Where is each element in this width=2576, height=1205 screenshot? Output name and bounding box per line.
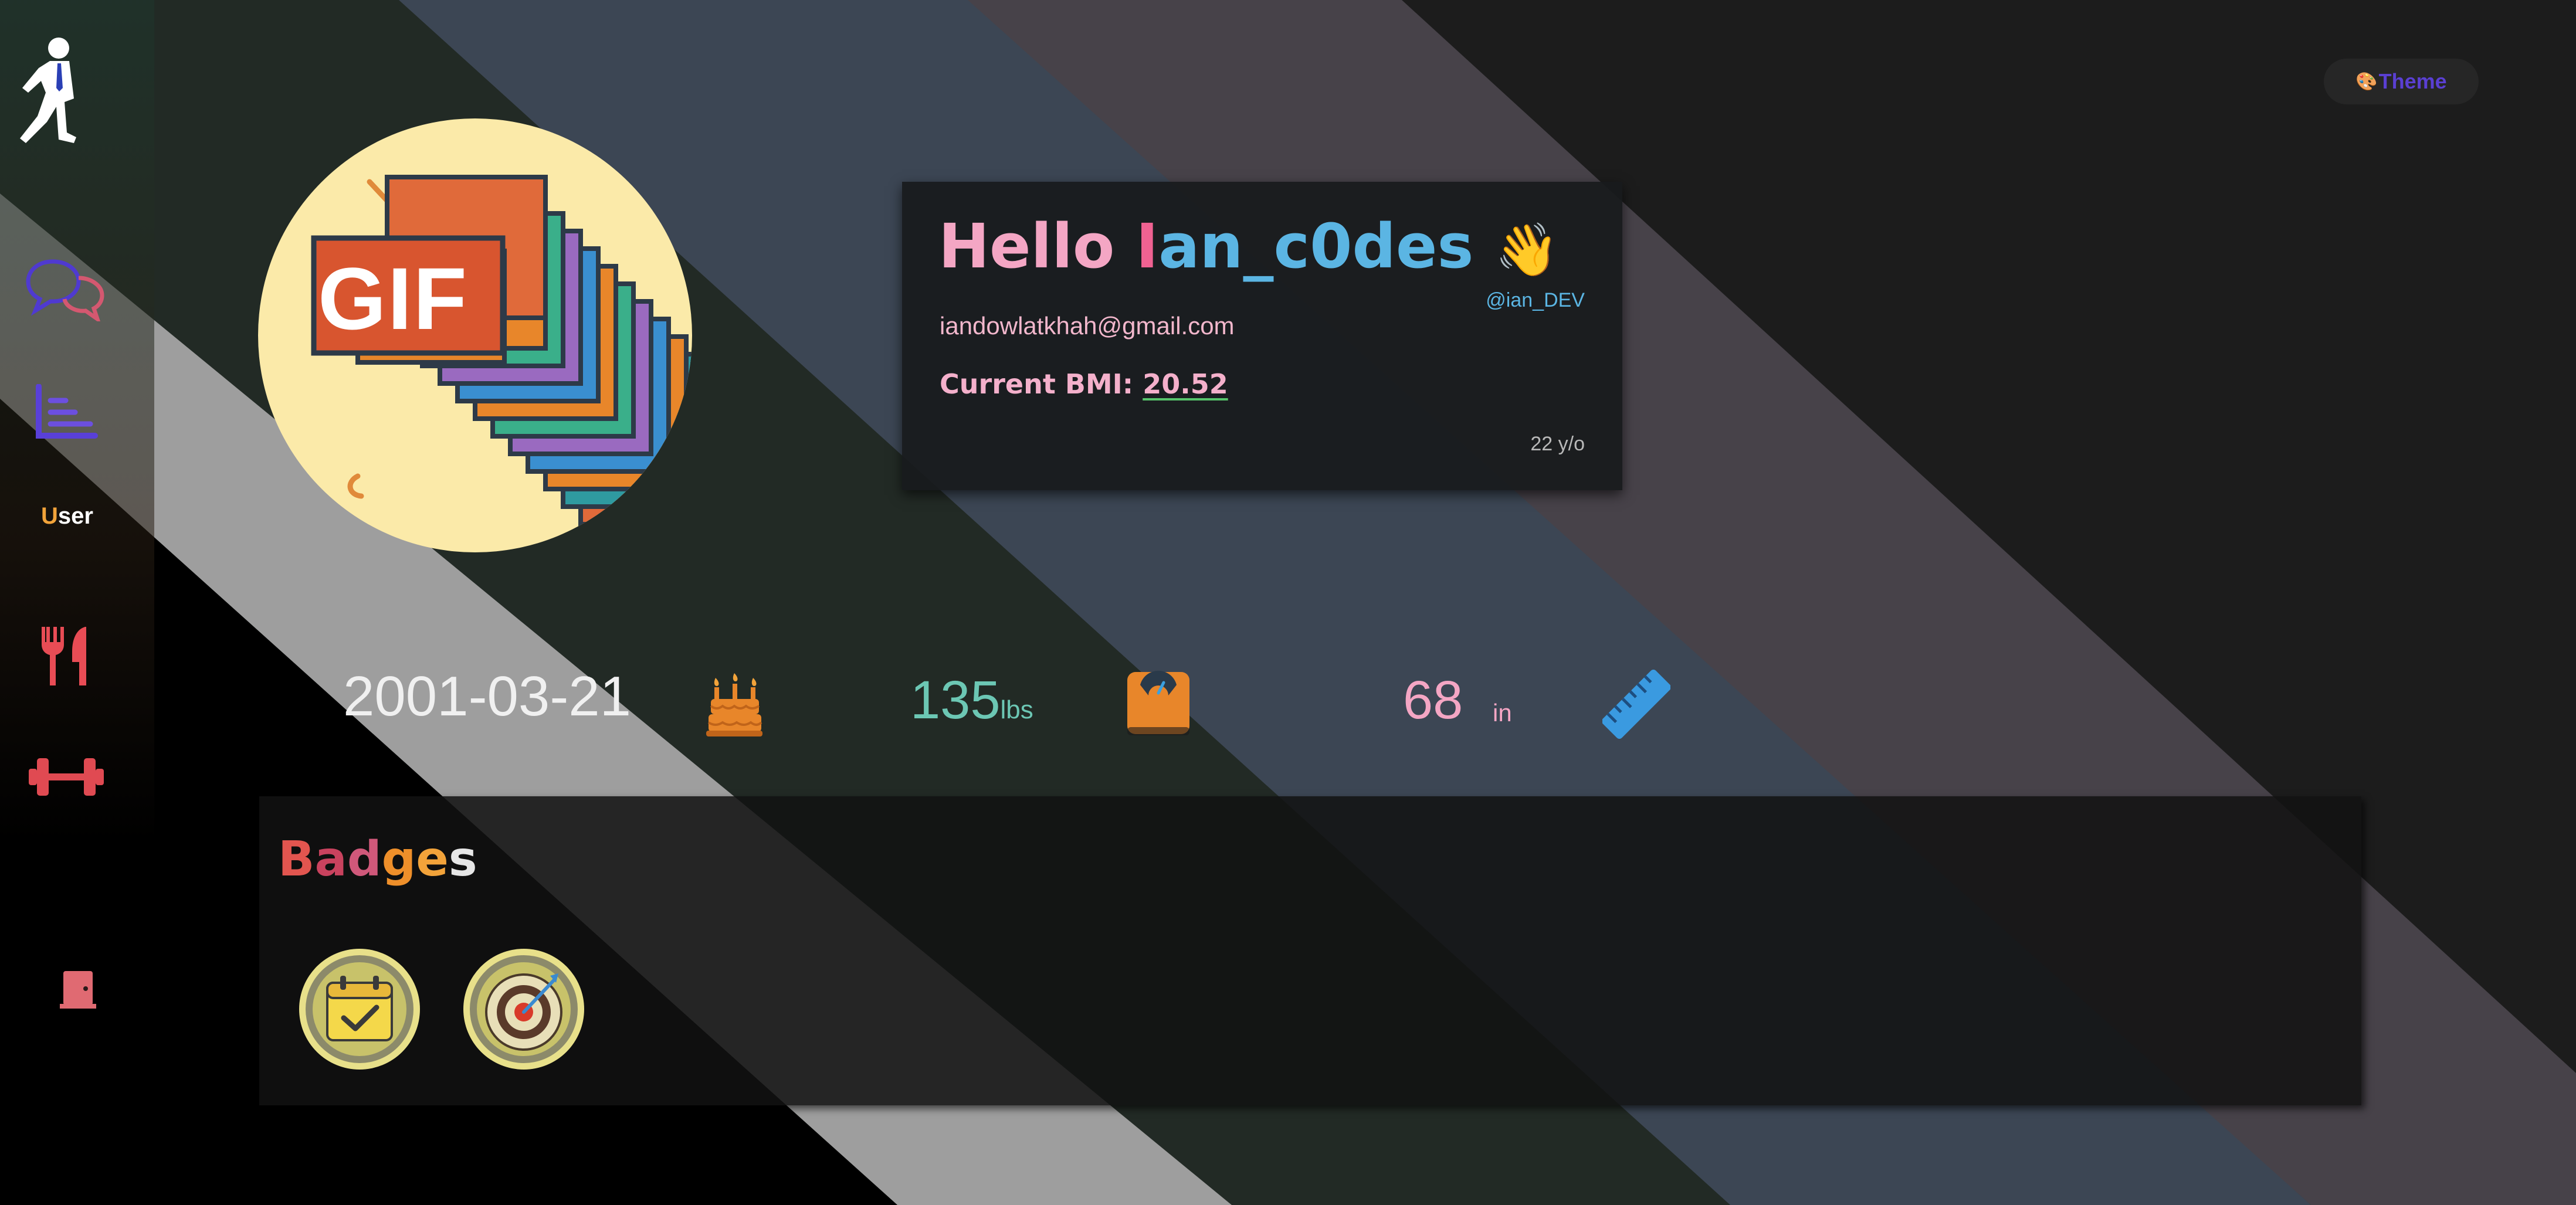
chart-icon[interactable] [34,384,99,440]
avatar[interactable]: GIF [258,118,692,552]
greeting-heading: Hello Ian_c0des 👋 [938,210,1559,283]
sidebar-item-user[interactable]: User [41,503,93,529]
target-icon [485,973,562,1051]
user-email: iandowlatkhah@gmail.com [940,312,1235,340]
weight-display: 135lbs [910,670,1033,731]
bmi-label: Current BMI: [940,368,1134,400]
weight-unit: lbs [1000,695,1033,724]
greeting-word: Hello [938,211,1115,282]
height-unit: in [1493,699,1512,727]
theme-button-label: Theme [2378,69,2447,93]
bmi-display: Current BMI: 20.52 [940,368,1228,400]
badges-title: Badges [278,831,477,887]
badges-title-letter: d [347,831,382,887]
badges-panel: Badges [259,796,2361,1105]
height-value: 68 [1403,670,1463,730]
calendar-check-icon [326,976,393,1041]
user-age: 22 y/o [1530,433,1585,455]
dumbbell-icon[interactable] [26,753,106,800]
username-rest: an_c0des [1158,211,1474,282]
utensils-icon[interactable] [38,624,94,688]
running-man-icon[interactable] [18,34,94,150]
badges-title-letter: B [278,831,315,887]
target-badge[interactable] [462,948,585,1071]
weight-value: 135 [910,670,1001,730]
door-icon[interactable] [60,969,96,1011]
avatar-label: GIF [318,249,468,348]
sidebar: User [0,0,154,1205]
birthday-cake-icon [706,673,762,736]
calendar-check-badge[interactable] [298,948,421,1071]
badges-title-letter: a [314,831,347,887]
chat-bubbles-icon[interactable] [25,258,107,321]
profile-card: Hello Ian_c0des 👋 @ian_DEV iandowlatkhah… [902,182,1622,490]
user-handle: @ian_DEV [1486,289,1585,311]
sidebar-item-user-initial: U [41,503,58,529]
sidebar-item-user-label: ser [57,503,93,529]
ruler-icon [1602,670,1670,739]
waving-hand-icon: 👋 [1494,219,1560,280]
palette-icon: 🎨 [2355,72,2378,91]
scale-icon [1127,670,1189,735]
username-initial: I [1136,211,1159,282]
badges-title-letter: g [381,831,416,887]
bmi-value: 20.52 [1143,368,1228,400]
birth-date: 2001-03-21 [343,665,632,728]
badges-title-letter: e [416,831,449,887]
badges-title-letter: s [448,831,477,887]
theme-button[interactable]: 🎨 Theme [2324,59,2479,104]
